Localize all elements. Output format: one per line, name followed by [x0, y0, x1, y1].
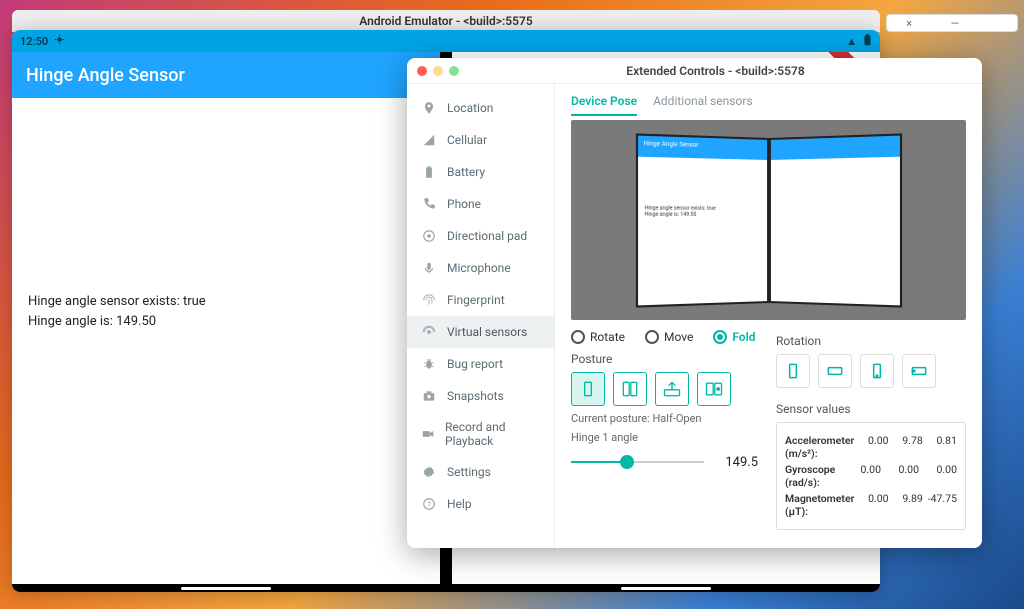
sidebar-item-snapshots[interactable]: Snapshots [407, 380, 554, 412]
app-content: Hinge angle sensor exists: true Hinge an… [12, 272, 440, 351]
preview-left-screen: Hinge Angle Sensor Hinge angle sensor ex… [635, 133, 768, 307]
nav-handle[interactable] [181, 587, 271, 590]
sidebar-item-virtual-sensors[interactable]: Virtual sensors [407, 316, 554, 348]
posture-btn-open-flat[interactable] [655, 372, 689, 406]
bug-icon [421, 356, 437, 372]
nav-handle[interactable] [621, 587, 711, 590]
phone-icon [421, 196, 437, 212]
posture-buttons [571, 372, 758, 406]
signal-icon [421, 132, 437, 148]
device-preview[interactable]: Hinge Angle Sensor Hinge angle sensor ex… [571, 120, 966, 320]
status-time: 12:50 [20, 35, 48, 48]
sensors-icon [421, 324, 437, 340]
sidebar-item-cellular[interactable]: Cellular [407, 124, 554, 156]
radio-move[interactable]: Move [645, 330, 693, 344]
close-button[interactable]: × [906, 17, 912, 30]
video-icon [421, 426, 435, 442]
hinge-slider[interactable] [571, 454, 704, 470]
battery-icon [421, 164, 437, 180]
tab-additional-sensors[interactable]: Additional sensors [653, 94, 753, 116]
sidebar-item-dpad[interactable]: Directional pad [407, 220, 554, 252]
extended-controls-window: Extended Controls - <build>:5578 Locatio… [407, 58, 982, 548]
posture-btn-tabletop[interactable] [697, 372, 731, 406]
preview-right-screen [769, 133, 902, 307]
radio-fold[interactable]: Fold [713, 330, 755, 344]
mic-icon [421, 260, 437, 276]
hinge-value: 149.5 [714, 455, 758, 470]
hinge-angle-line: Hinge angle is: 149.50 [28, 312, 424, 332]
svg-text:?: ? [427, 500, 431, 509]
emulator-left-pane: Hinge Angle Sensor Hinge angle sensor ex… [12, 52, 446, 592]
emulator-titlebar[interactable]: Android Emulator - <build>:5575 [12, 10, 880, 32]
sidebar-item-bug-report[interactable]: Bug report [407, 348, 554, 380]
sidebar-item-microphone[interactable]: Microphone [407, 252, 554, 284]
app-title: Hinge Angle Sensor [26, 65, 185, 86]
debug-icon [54, 34, 65, 48]
ext-title: Extended Controls - <build>:5578 [459, 64, 972, 78]
traffic-min[interactable] [433, 66, 443, 76]
sidebar-item-battery[interactable]: Battery [407, 156, 554, 188]
ext-main: Device Pose Additional sensors Hinge Ang… [555, 84, 982, 548]
mode-radios: Rotate Move Fold [571, 330, 758, 344]
sidebar-item-settings[interactable]: Settings [407, 456, 554, 488]
signal-icon: ▲ [846, 35, 857, 48]
camera-icon [421, 388, 437, 404]
hinge-label: Hinge 1 angle [571, 431, 758, 444]
rotation-portrait[interactable] [776, 354, 810, 388]
rotation-label: Rotation [776, 334, 966, 348]
sidebar-item-record[interactable]: Record and Playback [407, 412, 554, 456]
radio-rotate[interactable]: Rotate [571, 330, 625, 344]
help-icon: ? [421, 496, 437, 512]
tab-device-pose[interactable]: Device Pose [571, 94, 637, 116]
sensor-exists-line: Hinge angle sensor exists: true [28, 292, 424, 312]
android-statusbar: 12:50 ▲ [12, 30, 880, 52]
sidebar-item-phone[interactable]: Phone [407, 188, 554, 220]
ext-titlebar[interactable]: Extended Controls - <build>:5578 [407, 58, 982, 84]
posture-btn-halfopen[interactable] [613, 372, 647, 406]
rotation-landscape-rev[interactable] [902, 354, 936, 388]
dpad-icon [421, 228, 437, 244]
emulator-title: Android Emulator - <build>:5575 [359, 14, 532, 28]
sidebar-item-help[interactable]: ?Help [407, 488, 554, 520]
rotation-landscape[interactable] [818, 354, 852, 388]
sidebar-item-fingerprint[interactable]: Fingerprint [407, 284, 554, 316]
fingerprint-icon [421, 292, 437, 308]
rotation-portrait-rev[interactable] [860, 354, 894, 388]
battery-icon [863, 34, 872, 49]
rotation-buttons [776, 354, 966, 388]
traffic-max[interactable] [449, 66, 459, 76]
sensor-values-box: Accelerometer (m/s²):0.009.780.81 Gyrosc… [776, 422, 966, 530]
sidebar-item-location[interactable]: Location [407, 92, 554, 124]
traffic-close[interactable] [417, 66, 427, 76]
app-bar: Hinge Angle Sensor [12, 52, 440, 98]
ext-sidebar: Location Cellular Battery Phone Directio… [407, 84, 555, 548]
window-buttons: × — [886, 14, 1018, 32]
minimize-button[interactable]: — [951, 17, 960, 30]
sensor-values-label: Sensor values [776, 402, 966, 416]
gear-icon [421, 464, 437, 480]
posture-btn-closed[interactable] [571, 372, 605, 406]
pin-icon [421, 100, 437, 116]
current-posture: Current posture: Half-Open [571, 412, 758, 425]
posture-label: Posture [571, 352, 758, 366]
tabs: Device Pose Additional sensors [571, 94, 966, 116]
